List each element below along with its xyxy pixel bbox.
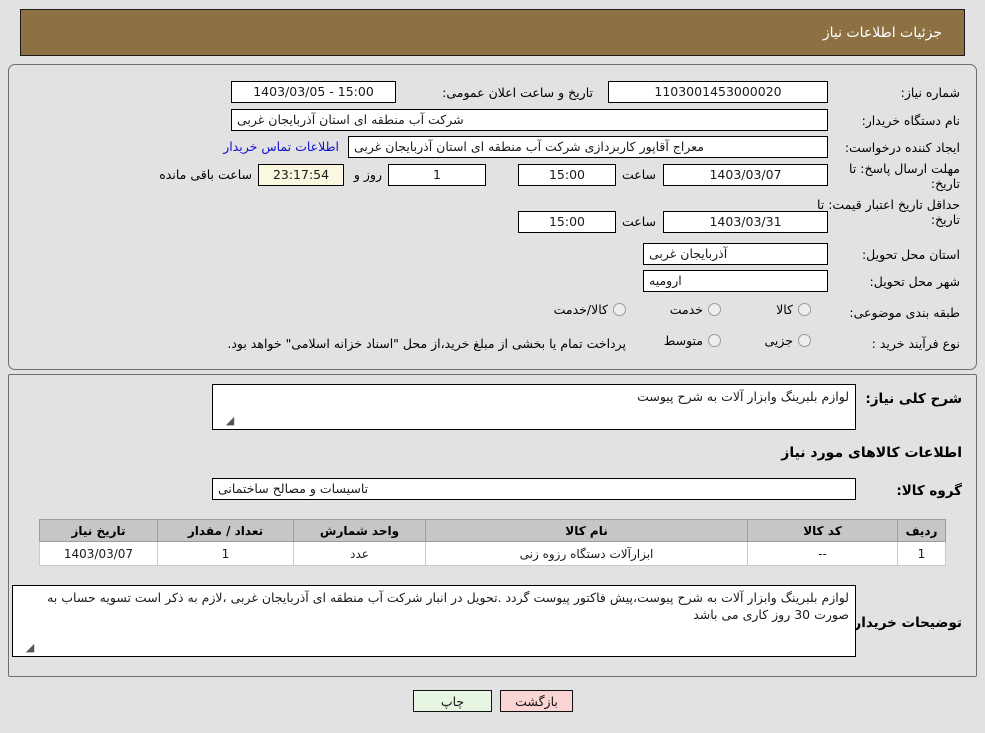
th-need-date: تاریخ نیاز [39,519,158,542]
remaining-days-separator: روز و [353,167,382,182]
remaining-time-suffix: ساعت باقی مانده [159,167,252,182]
radio-classification-kala[interactable]: کالا [776,302,811,317]
need-number-label: شماره نیاز: [900,85,960,100]
th-quantity: تعداد / مقدار [157,519,294,542]
cell-quantity: 1 [157,541,294,566]
radio-circle-icon[interactable] [798,303,811,316]
delivery-city-value: ارومیه [643,270,828,292]
price-validity-hour-label: ساعت [621,214,656,229]
remaining-days-value: 1 [388,164,486,186]
cell-unit: عدد [293,541,426,566]
radio-classification-khedmat[interactable]: خدمت [670,302,721,317]
radio-process-type-motevaset[interactable]: متوسط [664,333,721,348]
buyer-org-value: شرکت آب منطقه ای استان آذربایجان غربی [231,109,828,131]
goods-table: ردیف کد کالا نام کالا واحد شمارش تعداد /… [39,519,946,566]
radio-process-type-jozee[interactable]: جزیی [764,333,811,348]
radio-circle-icon[interactable] [798,334,811,347]
need-number-value: 1103001453000020 [608,81,828,103]
delivery-province-label: استان محل تحویل: [861,247,960,262]
th-code: کد کالا [747,519,898,542]
goods-group-value: تاسیسات و مصالح ساختمانی [212,478,856,500]
radio-label: خدمت [669,302,703,317]
back-button[interactable]: بازگشت [500,690,573,712]
request-creator-label: ایجاد کننده درخواست: [844,140,960,155]
resize-grip-general-desc[interactable]: ◢ [224,415,236,427]
reply-deadline-label: مهلت ارسال پاسخ: تا تاریخ: [849,161,960,191]
reply-deadline-date: 1403/03/07 [663,164,828,186]
print-button[interactable]: چاپ [413,690,492,712]
price-validity-hour: 15:00 [518,211,616,233]
th-name: نام کالا [425,519,748,542]
page-title: جزئیات اطلاعات نیاز [822,24,942,41]
reply-deadline-hour: 15:00 [518,164,616,186]
buyer-notes-label: توضیحات خریدار: [848,615,962,631]
remaining-time-countdown: 23:17:54 [258,164,344,186]
radio-label: متوسط [663,333,703,348]
cell-row: 1 [897,541,946,566]
radio-classification-kala-khedmat[interactable]: کالا/خدمت [554,302,626,317]
general-description-textarea[interactable]: لوازم بلبرینگ وابزار آلات به شرح پیوست [212,384,856,430]
radio-circle-icon[interactable] [613,303,626,316]
radio-circle-icon[interactable] [708,334,721,347]
goods-section-title: اطلاعات کالاهای مورد نیاز [781,445,962,461]
price-validity-date: 1403/03/31 [663,211,828,233]
delivery-city-label: شهر محل تحویل: [869,274,960,289]
cell-need-date: 1403/03/07 [39,541,158,566]
radio-label: جزیی [764,333,793,348]
request-creator-value: معراج آقاپور کاربردازی شرکت آب منطقه ای … [348,136,828,158]
need-info-panel: شماره نیاز: 1103001453000020 تاریخ و ساع… [8,64,977,370]
delivery-province-value: آذربایجان غربی [643,243,828,265]
page-root: AriaTender.net جزئیات اطلاعات نیاز شماره… [0,0,985,733]
table-header-row: ردیف کد کالا نام کالا واحد شمارش تعداد /… [39,519,946,542]
radio-label: کالا/خدمت [553,302,608,317]
general-description-label: شرح کلی نیاز: [865,391,962,407]
table-row: 1 -- ابزارآلات دستگاه رزوه زنی عدد 1 140… [39,541,946,566]
cell-code: -- [747,541,898,566]
resize-grip-buyer-notes[interactable]: ◢ [24,642,36,654]
radio-circle-icon[interactable] [708,303,721,316]
process-type-label: نوع فرآیند خرید : [871,336,960,351]
announce-datetime-label: تاریخ و ساعت اعلان عمومی: [442,85,593,100]
page-header: جزئیات اطلاعات نیاز [20,9,965,56]
th-unit: واحد شمارش [293,519,426,542]
goods-group-label: گروه کالا: [896,483,962,499]
announce-datetime-value: 15:00 - 1403/03/05 [231,81,396,103]
payment-note: پرداخت تمام یا بخشی از مبلغ خرید،از محل … [227,336,626,351]
classification-label: طبقه بندی موضوعی: [849,305,960,320]
th-row: ردیف [897,519,946,542]
buyer-contact-link[interactable]: اطلاعات تماس خریدار [223,136,339,158]
reply-deadline-hour-label: ساعت [621,167,656,182]
buyer-notes-textarea[interactable]: لوازم بلبرینگ وابزار آلات به شرح پیوست،پ… [12,585,856,657]
radio-label: کالا [776,302,793,317]
need-details-panel: شرح کلی نیاز: لوازم بلبرینگ وابزار آلات … [8,374,977,677]
buyer-org-label: نام دستگاه خریدار: [861,113,960,128]
cell-name: ابزارآلات دستگاه رزوه زنی [425,541,748,566]
